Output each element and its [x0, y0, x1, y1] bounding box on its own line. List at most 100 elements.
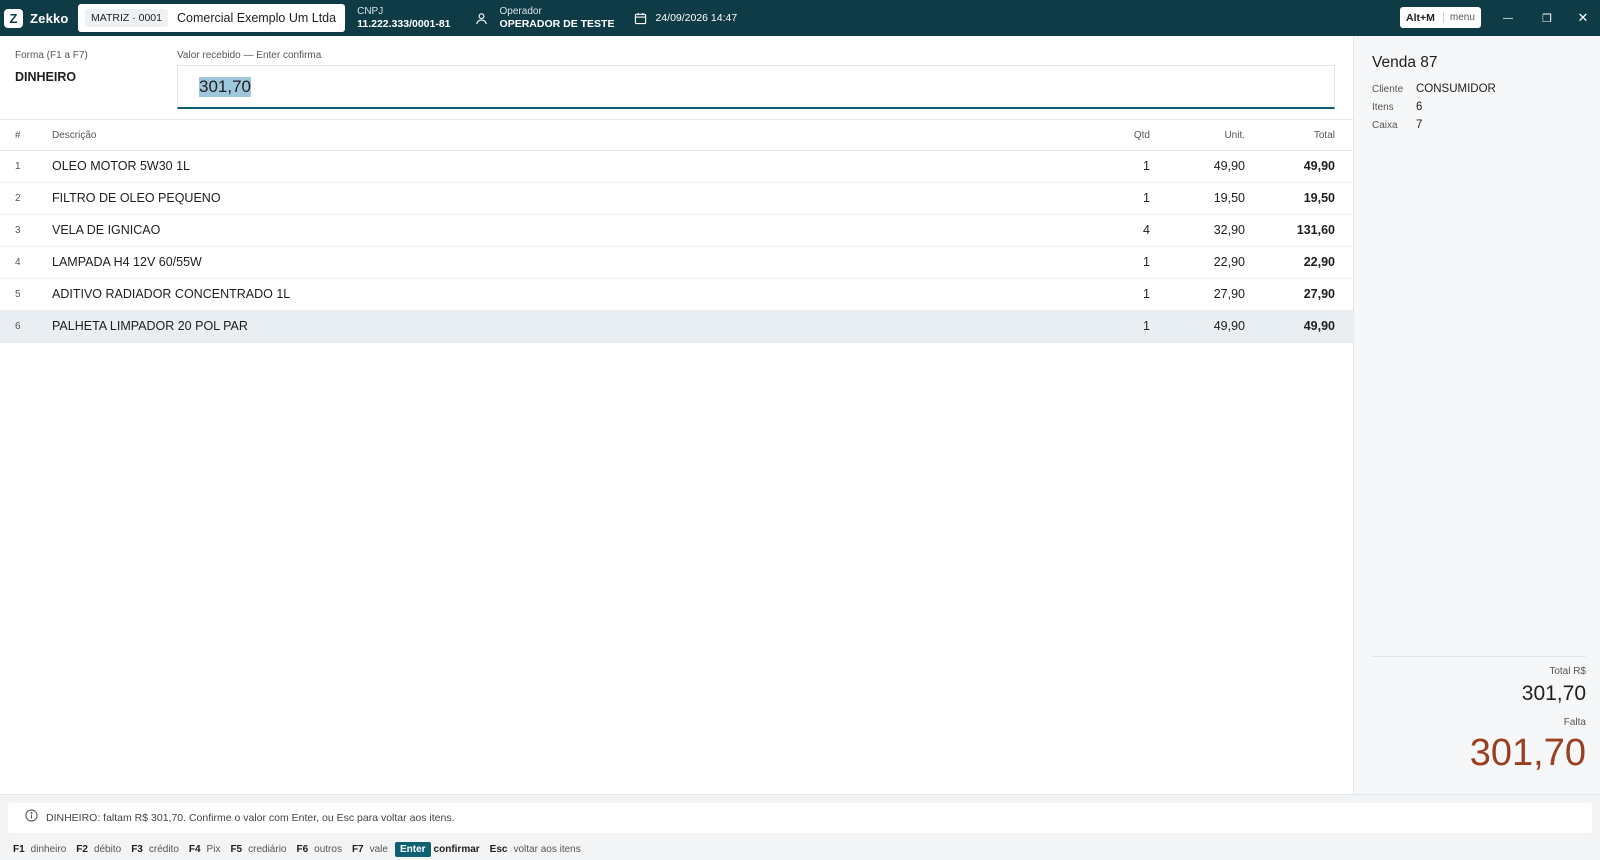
shortcut-key-f3[interactable]: F3	[128, 843, 146, 856]
register-value: 7	[1416, 119, 1423, 131]
payment-strip: Forma (F1 a F7) DINHEIRO Valor recebido …	[0, 36, 1353, 120]
remaining-label: Falta	[1563, 717, 1586, 728]
header-unit: Unit.	[1150, 121, 1245, 151]
header-description: Descrição	[52, 121, 1030, 151]
row-total: 49,90	[1245, 310, 1353, 343]
close-button[interactable]: ✕	[1566, 0, 1600, 36]
restore-icon: ❐	[1542, 12, 1552, 25]
row-qty: 1	[1030, 150, 1150, 183]
row-qty: 4	[1030, 214, 1150, 247]
client-value: CONSUMIDOR	[1416, 83, 1496, 95]
row-total: 19,50	[1245, 182, 1353, 215]
shortcut-key-f1[interactable]: F1	[10, 843, 28, 856]
operator-text: Operador OPERADOR DE TESTE	[500, 6, 615, 30]
shortcut-label-f3: crédito	[148, 843, 179, 855]
minimize-button[interactable]: —	[1488, 0, 1528, 36]
title-bar: Z Zekko MATRIZ · 0001 Comercial Exemplo …	[0, 0, 1600, 36]
brand-name: Zekko	[30, 10, 69, 26]
row-description: LAMPADA H4 12V 60/55W	[52, 246, 1030, 279]
user-icon	[475, 12, 488, 25]
row-num: 2	[0, 182, 52, 215]
table-row[interactable]: 5 ADITIVO RADIADOR CONCENTRADO 1L 1 27,9…	[0, 278, 1353, 311]
operator-block: Operador OPERADOR DE TESTE	[475, 6, 615, 30]
row-description: PALHETA LIMPADOR 20 POL PAR	[52, 310, 1030, 343]
datetime-value: 24/09/2026 14:47	[655, 12, 738, 24]
sale-summary-panel: Venda 87 Cliente CONSUMIDOR Itens 6 Caix…	[1353, 36, 1600, 794]
shortcut-key-esc[interactable]: Esc	[487, 843, 511, 856]
shortcut-label-f7: vale	[369, 843, 388, 855]
totals-divider	[1372, 656, 1586, 657]
table-row[interactable]: 2 FILTRO DE OLEO PEQUENO 1 19,50 19,50	[0, 182, 1353, 215]
amount-received-input[interactable]	[177, 65, 1335, 109]
menu-button[interactable]: Alt+M menu	[1400, 7, 1481, 28]
datetime-block: 24/09/2026 14:47	[634, 12, 737, 25]
brand: Z Zekko	[0, 0, 78, 36]
client-row: Cliente CONSUMIDOR	[1372, 83, 1496, 95]
table-row-selected[interactable]: 6 PALHETA LIMPADOR 20 POL PAR 1 49,90 49…	[0, 310, 1353, 343]
payment-method-label: Forma (F1 a F7)	[15, 50, 88, 61]
register-label: Caixa	[1372, 119, 1398, 131]
row-num: 1	[0, 150, 52, 183]
shortcut-key-f5[interactable]: F5	[227, 843, 245, 856]
total-value: 301,70	[1521, 682, 1586, 705]
row-unit: 32,90	[1150, 214, 1245, 247]
row-num: 6	[0, 310, 52, 343]
info-icon	[25, 809, 38, 827]
cnpj-value: 11.222.333/0001-81	[357, 18, 451, 30]
company-selector[interactable]: MATRIZ · 0001 Comercial Exemplo Um Ltda	[78, 4, 346, 32]
header-num: #	[0, 121, 52, 151]
header-total: Total	[1245, 121, 1353, 151]
amount-received-label: Valor recebido — Enter confirma	[177, 50, 322, 61]
minimize-icon: —	[1503, 12, 1513, 24]
company-name: Comercial Exemplo Um Ltda	[177, 11, 337, 25]
row-total: 49,90	[1245, 150, 1353, 183]
operator-value: OPERADOR DE TESTE	[499, 18, 615, 30]
shortcut-key-f2[interactable]: F2	[73, 843, 91, 856]
items-count-row: Itens 6	[1372, 101, 1422, 113]
table-row[interactable]: 3 VELA DE IGNICAO 4 32,90 131,60	[0, 214, 1353, 247]
shortcut-label-enter: confirmar	[433, 843, 480, 855]
cnpj-block: CNPJ 11.222.333/0001-81	[357, 6, 450, 30]
calendar-icon	[634, 12, 647, 25]
cnpj-label: CNPJ	[357, 6, 384, 17]
close-icon: ✕	[1577, 10, 1589, 25]
payment-method-value[interactable]: DINHEIRO	[15, 70, 76, 84]
row-unit: 49,90	[1150, 150, 1245, 183]
shortcut-label-f5: crediário	[248, 843, 287, 855]
row-description: VELA DE IGNICAO	[52, 214, 1030, 247]
row-description: FILTRO DE OLEO PEQUENO	[52, 182, 1030, 215]
shortcut-key-f6[interactable]: F6	[293, 843, 311, 856]
company-code: MATRIZ · 0001	[85, 9, 168, 27]
row-unit: 49,90	[1150, 310, 1245, 343]
operator-label: Operador	[499, 6, 542, 17]
shortcut-label-f2: débito	[93, 843, 122, 855]
row-num: 5	[0, 278, 52, 311]
restore-button[interactable]: ❐	[1527, 0, 1567, 36]
row-description: ADITIVO RADIADOR CONCENTRADO 1L	[52, 278, 1030, 311]
shortcut-key-f7[interactable]: F7	[349, 843, 367, 856]
table-row[interactable]: 1 OLEO MOTOR 5W30 1L 1 49,90 49,90	[0, 150, 1353, 183]
zekko-logo-icon: Z	[4, 8, 23, 28]
row-num: 3	[0, 214, 52, 247]
menu-shortcut-key: Alt+M	[1406, 11, 1435, 24]
row-qty: 1	[1030, 246, 1150, 279]
status-message: DINHEIRO: faltam R$ 301,70. Confirme o v…	[46, 812, 455, 824]
footer: DINHEIRO: faltam R$ 301,70. Confirme o v…	[0, 794, 1600, 860]
total-label: Total R$	[1549, 666, 1586, 677]
remaining-value: 301,70	[1469, 732, 1586, 774]
row-unit: 19,50	[1150, 182, 1245, 215]
client-label: Cliente	[1372, 83, 1404, 95]
shortcut-key-enter[interactable]: Enter	[394, 841, 431, 857]
table-row[interactable]: 4 LAMPADA H4 12V 60/55W 1 22,90 22,90	[0, 246, 1353, 279]
shortcut-bar: F1 dinheiro F2 débito F3 crédito F4 Pix …	[10, 840, 588, 858]
menu-label: menu	[1442, 12, 1475, 23]
row-qty: 1	[1030, 182, 1150, 215]
items-count-label: Itens	[1372, 101, 1394, 113]
shortcut-label-f1: dinheiro	[30, 843, 67, 855]
shortcut-key-f4[interactable]: F4	[186, 843, 204, 856]
row-total: 131,60	[1245, 214, 1353, 247]
row-qty: 1	[1030, 278, 1150, 311]
row-unit: 27,90	[1150, 278, 1245, 311]
sale-title: Venda 87	[1372, 54, 1438, 71]
shortcut-label-f4: Pix	[206, 843, 221, 855]
